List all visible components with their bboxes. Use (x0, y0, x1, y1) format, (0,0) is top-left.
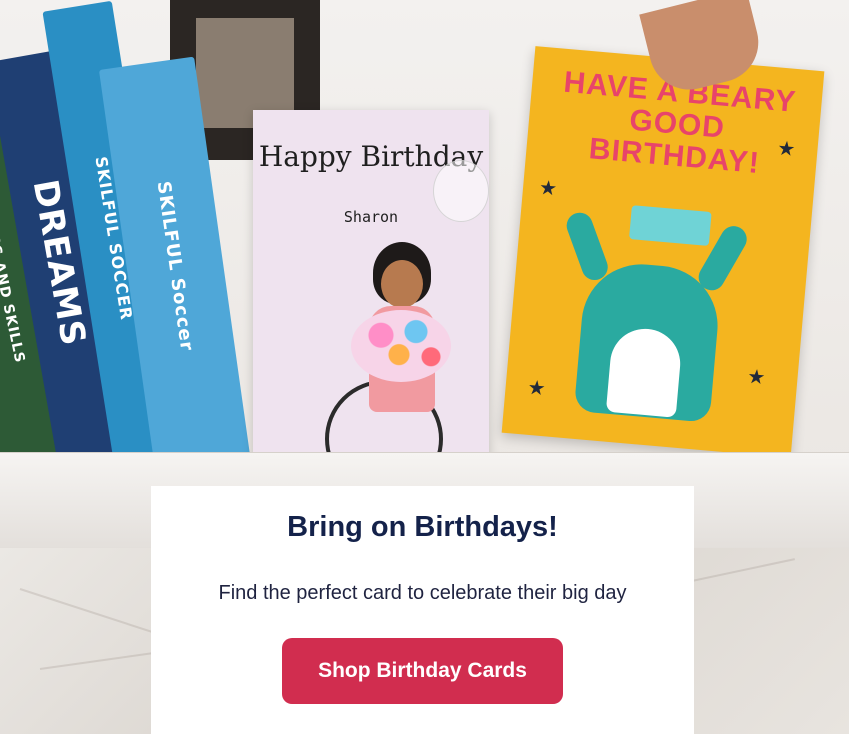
bear-illustration (556, 209, 752, 424)
promo-heading: Bring on Birthdays! (287, 511, 558, 543)
balloon-illustration (433, 160, 489, 222)
person-illustration (351, 242, 451, 472)
flower-bouquet-illustration (351, 310, 451, 382)
star-icon: ★ (526, 374, 547, 401)
book-4-spine: SKILFUL Soccer (152, 179, 198, 353)
birthday-card-bear: HAVE A BEARY GOOD BIRTHDAY! ★ ★ ★ ★ (501, 46, 825, 458)
star-icon: ★ (776, 135, 797, 162)
promo-panel: Bring on Birthdays! Find the perfect car… (151, 486, 694, 734)
star-icon: ★ (538, 175, 559, 201)
birthday-card-sharon: Happy Birthday Sharon (253, 110, 489, 498)
bear-left-arm (563, 209, 612, 284)
gift-box-illustration (629, 205, 712, 246)
face-shape (381, 260, 423, 308)
star-icon: ★ (746, 363, 767, 390)
shop-birthday-cards-button[interactable]: Shop Birthday Cards (282, 638, 563, 704)
promo-subheading: Find the perfect card to celebrate their… (218, 582, 627, 604)
